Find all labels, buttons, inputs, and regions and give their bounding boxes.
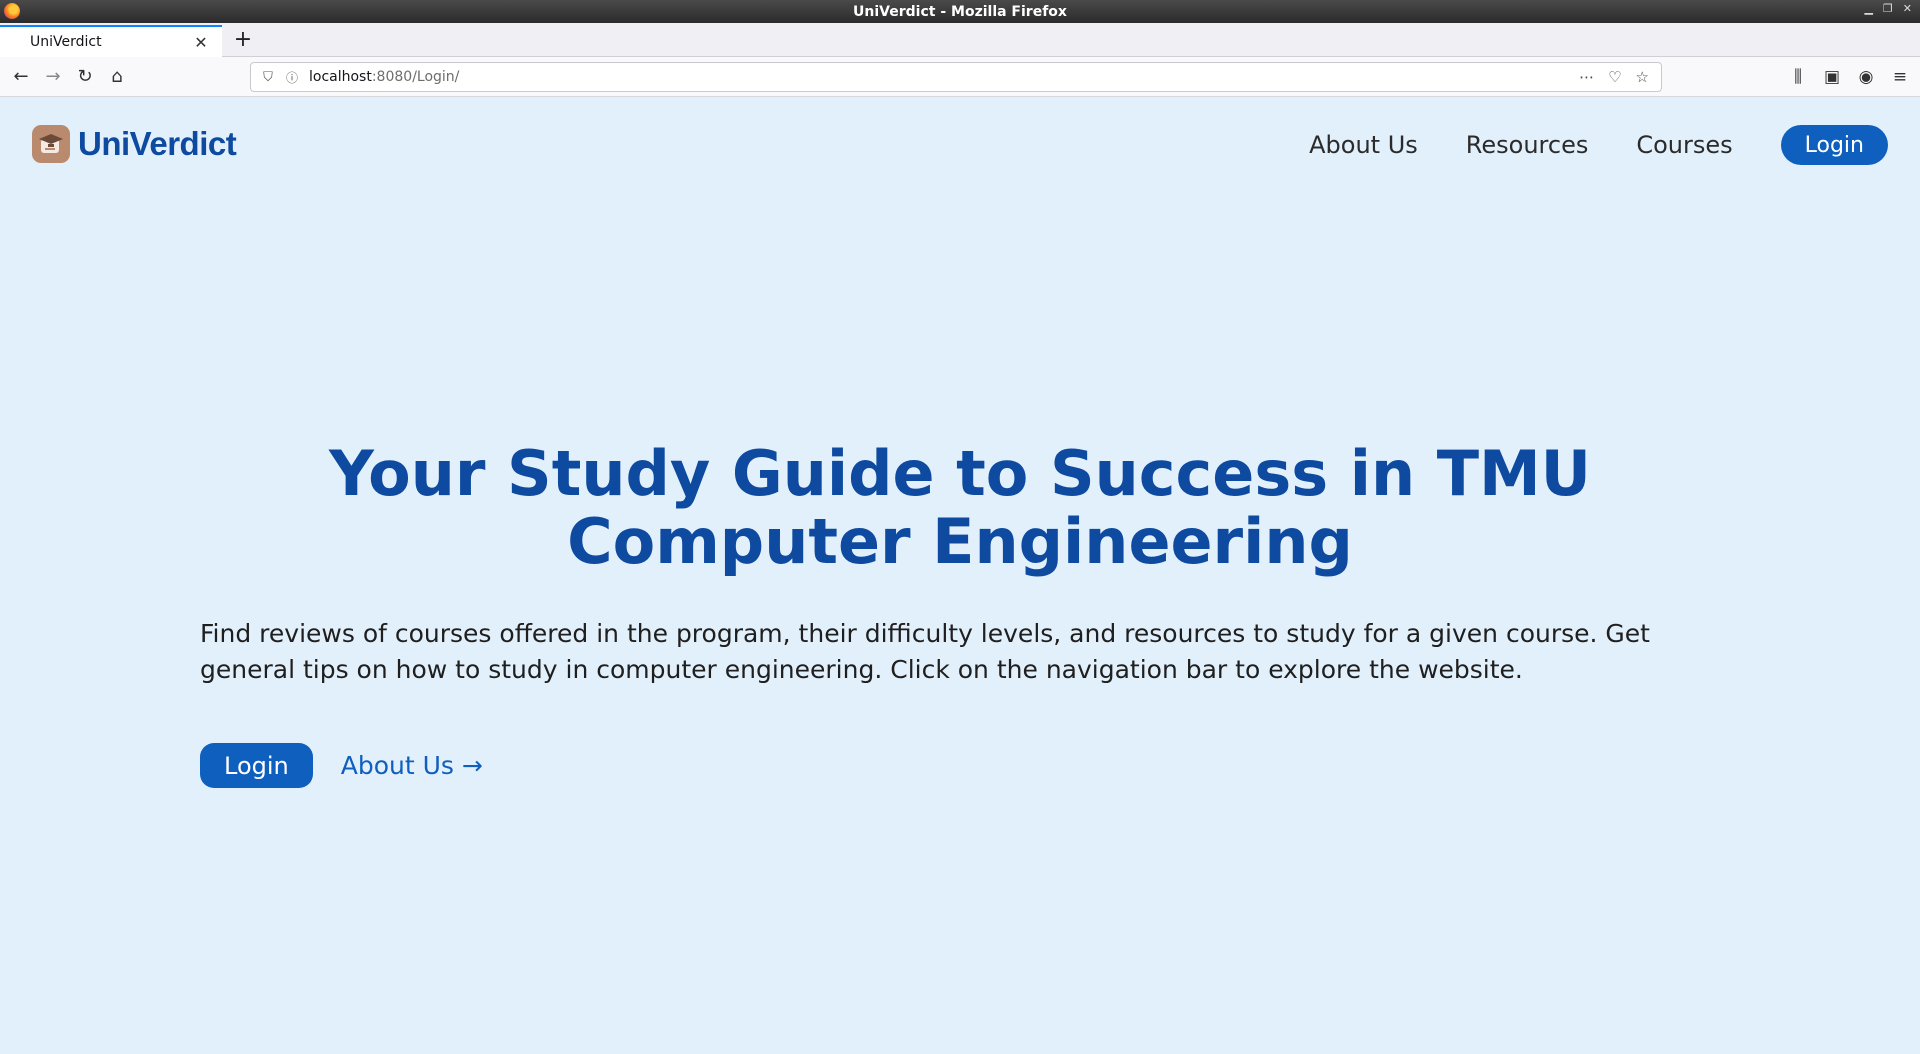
tab-strip: UniVerdict ✕ +: [0, 23, 1920, 57]
account-icon[interactable]: ◉: [1856, 64, 1876, 90]
page-actions-icon[interactable]: ⋯: [1579, 68, 1594, 86]
web-page: UniVerdict About Us Resources Courses Lo…: [0, 97, 1920, 1054]
nav-about-us[interactable]: About Us: [1309, 131, 1418, 159]
graduation-cap-logo-icon: [32, 125, 70, 163]
new-tab-icon[interactable]: +: [230, 27, 256, 53]
browser-tab[interactable]: UniVerdict ✕: [0, 25, 222, 57]
forward-icon[interactable]: →: [40, 64, 66, 90]
main-nav: About Us Resources Courses Login: [1309, 125, 1888, 165]
address-bar[interactable]: ⛉ ⓘ localhost:8080/Login/ ⋯ ♡ ☆: [250, 62, 1662, 92]
hero-login-button[interactable]: Login: [200, 743, 313, 788]
browser-toolbar: ← → ↻ ⌂ ⛉ ⓘ localhost:8080/Login/ ⋯ ♡ ☆ …: [0, 57, 1920, 97]
site-info-icon[interactable]: ⓘ: [281, 69, 303, 86]
bookmark-star-icon[interactable]: ☆: [1636, 68, 1649, 86]
url-host: localhost: [309, 69, 372, 85]
nav-login-button[interactable]: Login: [1780, 125, 1888, 165]
hero-title: Your Study Guide to Success in TMU Compu…: [328, 437, 1592, 578]
hero-description: Find reviews of courses offered in the p…: [200, 619, 1650, 684]
pocket-icon[interactable]: ♡: [1608, 68, 1621, 86]
menu-icon[interactable]: ≡: [1890, 64, 1910, 90]
hero-about-link[interactable]: About Us →: [341, 751, 483, 780]
library-icon[interactable]: ⫼: [1788, 64, 1808, 90]
nav-courses[interactable]: Courses: [1636, 131, 1732, 159]
url-path: :8080/Login/: [371, 69, 460, 85]
home-icon[interactable]: ⌂: [104, 64, 130, 90]
back-icon[interactable]: ←: [8, 64, 34, 90]
window-titlebar: UniVerdict - Mozilla Firefox ▁ ❐ ✕: [0, 0, 1920, 23]
restore-icon[interactable]: ❐: [1883, 2, 1893, 15]
nav-resources[interactable]: Resources: [1466, 131, 1589, 159]
tracking-shield-icon[interactable]: ⛉: [255, 70, 281, 85]
url-actions: ⋯ ♡ ☆: [1579, 68, 1661, 86]
tab-title: UniVerdict: [30, 34, 102, 50]
minimize-icon[interactable]: ▁: [1864, 2, 1872, 15]
window-title: UniVerdict - Mozilla Firefox: [853, 3, 1067, 20]
firefox-logo-icon: [4, 3, 20, 19]
window-controls: ▁ ❐ ✕: [1864, 2, 1912, 15]
close-window-icon[interactable]: ✕: [1903, 2, 1912, 15]
toolbar-right: ⫼ ▣ ◉ ≡: [1788, 64, 1910, 90]
reload-icon[interactable]: ↻: [72, 64, 98, 90]
sidebar-icon[interactable]: ▣: [1822, 64, 1842, 90]
brand-name: UniVerdict: [78, 125, 237, 162]
close-tab-icon[interactable]: ✕: [192, 33, 210, 52]
hero-actions: Login About Us →: [200, 743, 483, 788]
brand-home-link[interactable]: UniVerdict: [32, 125, 237, 163]
